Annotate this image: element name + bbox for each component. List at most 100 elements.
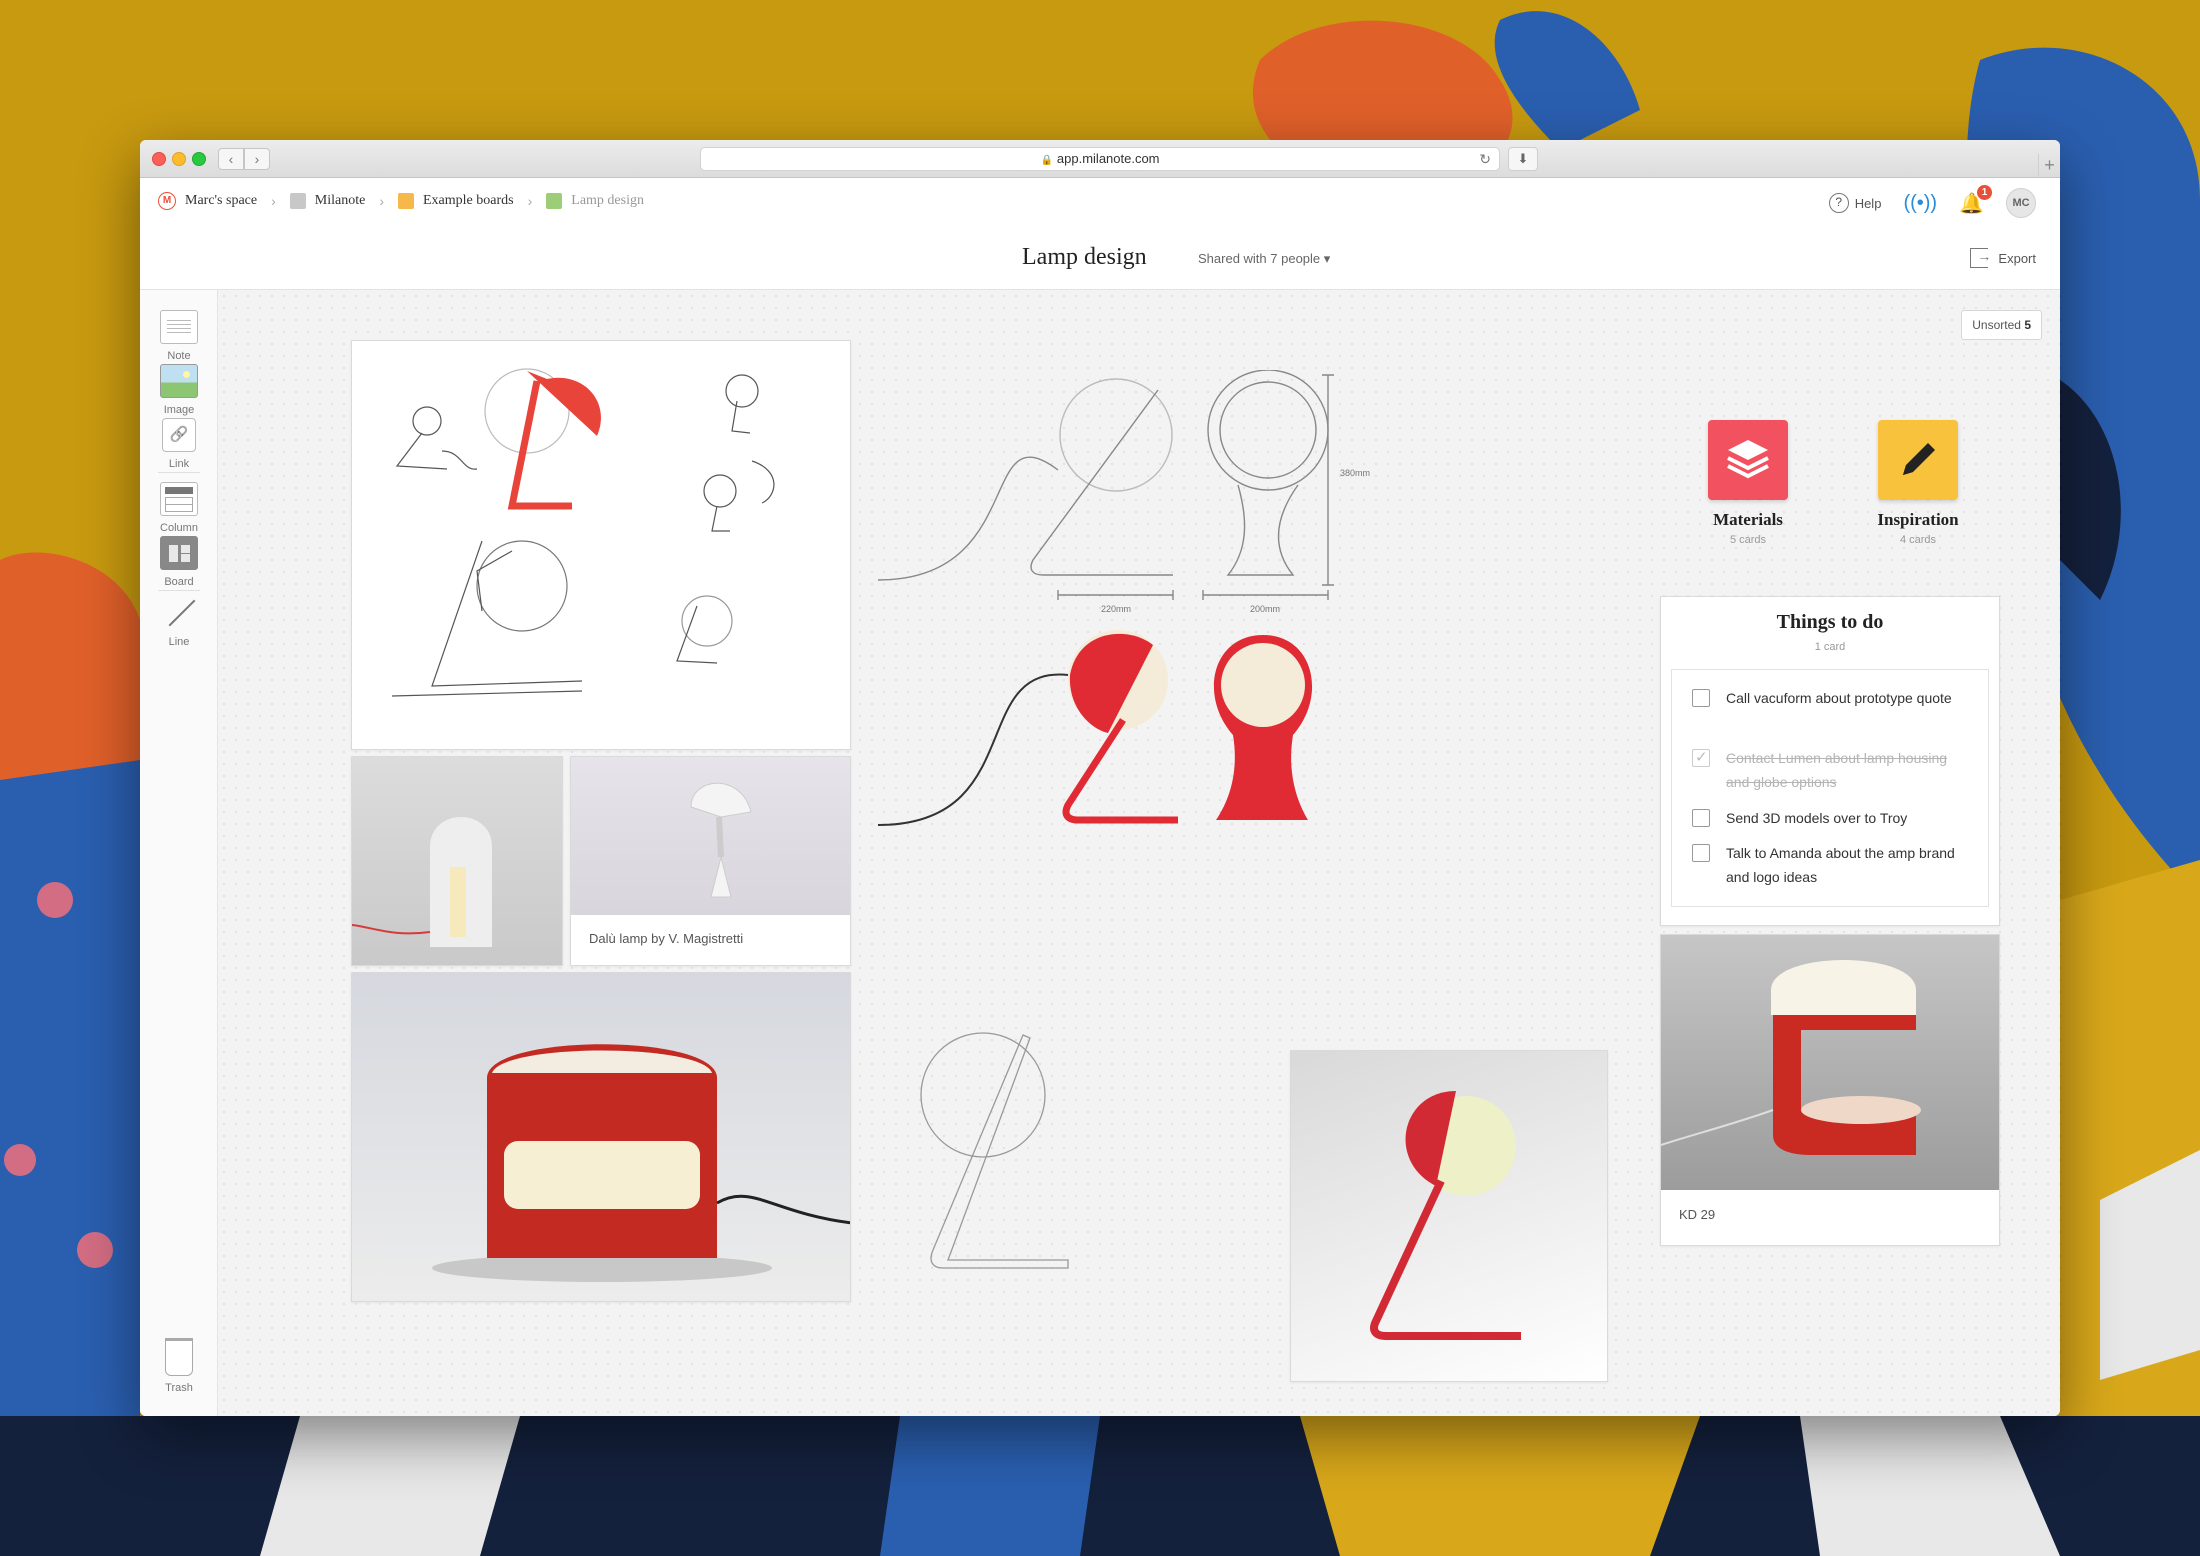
todo-text: Talk to Amanda about the amp brand and l… — [1726, 845, 1955, 885]
back-button[interactable]: ‹ — [218, 148, 244, 170]
breadcrumb: M Marc's space › Milanote › Example boar… — [158, 192, 644, 210]
dalu-lamp-photo — [571, 757, 850, 915]
pencil-icon-graphic — [1903, 443, 1935, 475]
notifications-button[interactable]: 🔔 1 — [1959, 184, 1992, 216]
unsorted-button[interactable]: Unsorted 5 — [1961, 310, 2042, 340]
technical-drawing: 220mm 200mm 380mm — [878, 370, 1370, 614]
tool-note[interactable]: Note — [140, 310, 218, 362]
todo-checkbox[interactable] — [1692, 844, 1710, 862]
address-bar[interactable]: 🔒 app.milanote.com ↻ — [700, 147, 1500, 171]
tool-sidebar: Note Image Link Column Board Line Trash — [140, 290, 218, 1416]
export-label: Export — [1998, 250, 2036, 266]
todo-item[interactable]: Talk to Amanda about the amp brand and l… — [1692, 841, 1972, 889]
todo-text: Call vacuform about prototype quote — [1726, 690, 1952, 706]
breadcrumb-example-boards[interactable]: Example boards — [398, 193, 514, 209]
url-text: app.milanote.com — [1056, 151, 1160, 166]
browser-window: ‹ › 🔒 app.milanote.com ↻ ⬇ + M Marc's spa… — [140, 140, 2060, 1416]
download-icon: ⬇ — [1517, 151, 1529, 166]
todo-card[interactable]: Things to do 1 card Call vacuform about … — [1660, 596, 2000, 926]
dalu-lamp-image-card[interactable]: Dalù lamp by V. Magistretti — [570, 756, 851, 966]
share-label: Shared with 7 people — [1198, 251, 1321, 266]
page-title[interactable]: Lamp design — [1022, 244, 1147, 271]
close-window-button[interactable] — [152, 152, 166, 166]
red-lamp-photo-card[interactable] — [351, 972, 851, 1302]
tool-label: Column — [160, 522, 198, 534]
column-icon — [160, 482, 198, 516]
help-button[interactable]: ? Help — [1828, 193, 1881, 213]
sketch-image-card[interactable] — [351, 340, 851, 750]
board-title: Materials — [1713, 510, 1783, 529]
caret-down-icon: ▾ — [1323, 251, 1331, 266]
board-canvas[interactable]: Unsorted 5 Dalù lamp by V. Magistretti 2… — [218, 290, 2060, 1416]
todo-text: Contact Lumen about lamp housing and glo… — [1726, 750, 1948, 790]
breadcrumb-label: Lamp design — [571, 193, 644, 208]
chevron-right-icon: › — [379, 193, 384, 209]
layers-icon-graphic — [1727, 440, 1769, 479]
red-lamp-render-card[interactable] — [1290, 1050, 1608, 1382]
avatar[interactable]: MC — [2006, 188, 2036, 218]
breadcrumb-milanote[interactable]: Milanote — [289, 193, 366, 209]
trash-label: Trash — [165, 1382, 193, 1394]
export-button[interactable]: Export — [1970, 248, 2036, 268]
marble-lamp-image-card[interactable] — [351, 756, 563, 966]
height-dimension-label: 380mm — [1340, 468, 1370, 478]
zoom-window-button[interactable] — [192, 152, 206, 166]
todo-title: Things to do — [1776, 611, 1884, 633]
kd29-image-card[interactable]: KD 29 — [1660, 934, 2000, 1246]
todo-checkbox-checked[interactable] — [1692, 746, 1710, 770]
red-lamp-renders — [878, 630, 1313, 826]
board-color-icon — [289, 193, 306, 209]
tool-line[interactable]: Line — [140, 596, 218, 648]
breadcrumb-marcs-space[interactable]: M Marc's space — [158, 192, 257, 210]
tool-label: Board — [164, 576, 194, 588]
breadcrumb-label: Milanote — [314, 193, 366, 208]
chevron-right-icon: › — [254, 151, 260, 167]
tool-board[interactable]: Board — [140, 536, 218, 588]
lamp-outline-sketch — [920, 1032, 1069, 1269]
tool-image[interactable]: Image — [140, 364, 218, 416]
broadcast-icon[interactable]: ((•)) — [1903, 192, 1937, 215]
topbar-actions: ? Help ((•)) 🔔 1 MC — [1828, 184, 2036, 218]
tool-link[interactable]: Link — [140, 418, 218, 470]
link-icon — [162, 418, 196, 452]
board-title: Inspiration — [1877, 510, 1959, 529]
todo-list: Call vacuform about prototype quote Cont… — [1671, 669, 1989, 907]
todo-item[interactable]: Send 3D models over to Troy — [1692, 806, 1972, 830]
downloads-button[interactable]: ⬇ — [1508, 147, 1538, 171]
browser-chrome: ‹ › 🔒 app.milanote.com ↻ ⬇ + — [140, 140, 2060, 178]
todo-text: Send 3D models over to Troy — [1726, 810, 1908, 826]
milanote-logo-icon: M — [158, 192, 176, 210]
todo-checkbox[interactable] — [1692, 809, 1710, 827]
board-color-icon — [398, 193, 414, 209]
kd29-caption: KD 29 — [1679, 1207, 1716, 1222]
layers-icon — [1708, 420, 1788, 500]
sidebar-divider — [158, 590, 200, 591]
depth-dimension-label: 200mm — [1250, 604, 1280, 614]
board-card-count: 5 cards — [1729, 534, 1767, 546]
minimize-window-button[interactable] — [172, 152, 186, 166]
lamp-sketches — [391, 368, 775, 697]
new-tab-button[interactable]: + — [2038, 154, 2060, 178]
lock-icon: 🔒 — [1040, 155, 1053, 166]
tool-column[interactable]: Column — [140, 482, 218, 534]
width-dimension-label: 220mm — [1101, 604, 1131, 614]
todo-checkbox[interactable] — [1692, 689, 1710, 707]
sidebar-divider — [158, 472, 200, 473]
reload-icon[interactable]: ↻ — [1479, 148, 1491, 170]
todo-item-done[interactable]: Contact Lumen about lamp housing and glo… — [1692, 746, 1972, 794]
trash-button[interactable]: Trash — [140, 1338, 218, 1394]
pencil-icon — [1878, 420, 1958, 500]
unsorted-label: Unsorted — [1972, 318, 2021, 332]
board-materials[interactable]: Materials 5 cards — [1668, 420, 1828, 546]
forward-button[interactable]: › — [244, 148, 270, 170]
breadcrumb-label: Marc's space — [185, 193, 258, 208]
tool-label: Image — [163, 404, 195, 416]
todo-item[interactable]: Call vacuform about prototype quote — [1692, 686, 1972, 710]
dalu-lamp-illustration — [690, 782, 752, 898]
chevron-right-icon: › — [271, 193, 276, 209]
breadcrumb-lamp-design[interactable]: Lamp design — [546, 193, 644, 209]
share-dropdown[interactable]: Shared with 7 people ▾ — [1198, 251, 1330, 267]
board-inspiration[interactable]: Inspiration 4 cards — [1838, 420, 1998, 546]
marble-lamp-photo — [352, 817, 492, 947]
red-lamp-render — [1370, 1091, 1521, 1340]
